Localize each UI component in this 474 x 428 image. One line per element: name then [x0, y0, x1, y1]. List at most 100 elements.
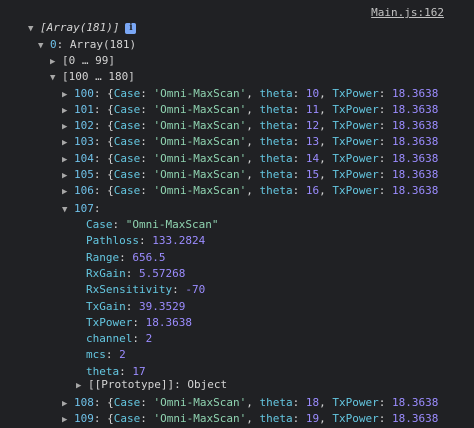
- object-field-row: TxGain: 39.3529: [86, 299, 186, 313]
- theta-value: 13: [305, 135, 320, 149]
- item-index: 104: [74, 151, 94, 165]
- caret-right-icon[interactable]: ▶: [62, 396, 74, 412]
- case-value: 'Omni-MaxScan': [153, 184, 247, 198]
- txpower-value: 18.3638: [391, 86, 439, 100]
- prop-key: Case: [113, 119, 141, 133]
- item-index: 109: [74, 412, 94, 426]
- prototype-row[interactable]: ▶ [[Prototype]]: Object: [76, 377, 474, 393]
- caret-right-icon[interactable]: ▶: [62, 152, 74, 168]
- prop-key: Case: [113, 151, 141, 165]
- array-item-row[interactable]: ▶ 106: {Case: 'Omni-MaxScan', theta: 16, …: [62, 183, 474, 199]
- array-root-row[interactable]: ▼ 0: Array(181): [38, 37, 474, 53]
- caret-right-icon[interactable]: ▶: [62, 87, 74, 103]
- caret-right-icon[interactable]: ▶: [62, 412, 74, 428]
- array-item-row[interactable]: ▶ 108: {Case: 'Omni-MaxScan', theta: 18, …: [62, 395, 474, 411]
- array-item-row[interactable]: ▶ 100: {Case: 'Omni-MaxScan', theta: 10, …: [62, 86, 474, 102]
- log-header[interactable]: ▼ [Array(181)] i: [28, 20, 474, 36]
- object-field-row: RxSensitivity: -70: [86, 283, 206, 297]
- info-icon[interactable]: i: [125, 23, 137, 34]
- caret-down-icon[interactable]: ▼: [50, 70, 62, 86]
- prop-key: TxPower: [332, 135, 379, 149]
- field-value: "Omni-MaxScan": [125, 218, 219, 231]
- txpower-value: 18.3638: [391, 412, 439, 426]
- object-field-row: TxPower: 18.3638: [86, 315, 192, 329]
- field-key: mcs: [86, 348, 106, 362]
- field-key: TxGain: [86, 299, 126, 313]
- caret-right-icon[interactable]: ▶: [62, 135, 74, 151]
- expanded-row-header[interactable]: ▼ 107:: [62, 201, 474, 217]
- field-key: TxPower: [86, 315, 133, 329]
- case-value: 'Omni-MaxScan': [153, 151, 247, 165]
- caret-right-icon[interactable]: ▶: [76, 378, 88, 394]
- txpower-value: 18.3638: [391, 396, 439, 409]
- array-item-row[interactable]: ▶ 101: {Case: 'Omni-MaxScan', theta: 11, …: [62, 102, 474, 118]
- prop-key: TxPower: [332, 86, 379, 100]
- array-root-summary: Array(181): [69, 38, 137, 51]
- prop-key: theta: [259, 135, 293, 149]
- field-key: Range: [86, 250, 120, 264]
- prop-key: theta: [259, 86, 293, 100]
- field-value: 656.5: [132, 250, 166, 264]
- txpower-value: 18.3638: [391, 102, 439, 116]
- caret-right-icon[interactable]: ▶: [62, 119, 74, 135]
- field-value: 39.3529: [139, 299, 186, 313]
- field-key: channel: [86, 332, 133, 346]
- field-value: 5.57268: [139, 266, 186, 280]
- prop-key: theta: [259, 151, 293, 165]
- log-header-text: [Array(181)]: [40, 21, 120, 34]
- object-field-row: channel: 2: [86, 332, 153, 346]
- prototype-value: Object: [187, 378, 228, 391]
- devtools-console: Main.js:162 ▼ [Array(181)] i ▼ 0: Array(181…: [0, 0, 474, 425]
- caret-right-icon[interactable]: ▶: [62, 184, 74, 200]
- caret-right-icon[interactable]: ▶: [62, 168, 74, 184]
- field-key: RxGain: [86, 266, 126, 280]
- field-key: theta: [86, 364, 120, 378]
- field-value: 2: [145, 332, 153, 346]
- prop-key: Case: [113, 86, 141, 100]
- caret-down-icon[interactable]: ▼: [38, 38, 50, 54]
- array-item-row[interactable]: ▶ 102: {Case: 'Omni-MaxScan', theta: 12, …: [62, 118, 474, 134]
- prop-key: theta: [259, 102, 293, 116]
- field-value: 18.3638: [145, 315, 192, 329]
- prop-key: Case: [113, 168, 141, 181]
- source-link[interactable]: Main.js:162: [371, 6, 444, 19]
- prop-key: Case: [113, 396, 141, 409]
- theta-value: 15: [305, 168, 320, 181]
- txpower-value: 18.3638: [391, 151, 439, 165]
- caret-right-icon[interactable]: ▶: [62, 103, 74, 119]
- array-item-row[interactable]: ▶ 109: {Case: 'Omni-MaxScan', theta: 19, …: [62, 411, 474, 427]
- range-row-1[interactable]: ▼ [100 … 180]: [50, 69, 474, 85]
- prop-key: TxPower: [332, 184, 379, 198]
- caret-down-icon[interactable]: ▼: [62, 202, 74, 218]
- expanded-index: 107: [74, 202, 94, 215]
- array-root-key: 0: [50, 38, 57, 51]
- prop-key: TxPower: [332, 168, 379, 181]
- prop-key: Case: [113, 102, 141, 116]
- case-value: 'Omni-MaxScan': [153, 102, 247, 116]
- item-index: 102: [74, 119, 94, 133]
- array-item-row[interactable]: ▶ 105: {Case: 'Omni-MaxScan', theta: 15, …: [62, 167, 474, 183]
- theta-value: 19: [305, 412, 320, 426]
- case-value: 'Omni-MaxScan': [153, 168, 247, 181]
- item-index: 100: [74, 86, 94, 100]
- prop-key: Case: [113, 184, 141, 198]
- object-field-row: Pathloss: 133.2824: [86, 234, 206, 248]
- theta-value: 16: [305, 184, 320, 198]
- prop-key: Case: [113, 412, 141, 426]
- theta-value: 11: [305, 102, 320, 116]
- array-item-row[interactable]: ▶ 104: {Case: 'Omni-MaxScan', theta: 14, …: [62, 151, 474, 167]
- field-value: -70: [185, 283, 206, 297]
- object-field-row: Case: "Omni-MaxScan": [86, 218, 219, 231]
- range-row-0[interactable]: ▶ [0 … 99]: [50, 53, 474, 69]
- caret-right-icon[interactable]: ▶: [50, 54, 62, 70]
- txpower-value: 18.3638: [391, 135, 439, 149]
- prop-key: theta: [259, 184, 293, 198]
- caret-down-icon[interactable]: ▼: [28, 21, 40, 37]
- txpower-value: 18.3638: [391, 168, 439, 181]
- case-value: 'Omni-MaxScan': [153, 86, 247, 100]
- case-value: 'Omni-MaxScan': [153, 396, 247, 409]
- array-item-row[interactable]: ▶ 103: {Case: 'Omni-MaxScan', theta: 13, …: [62, 134, 474, 150]
- prop-key: theta: [259, 412, 293, 426]
- prop-key: theta: [259, 168, 293, 181]
- field-value: 133.2824: [152, 234, 206, 248]
